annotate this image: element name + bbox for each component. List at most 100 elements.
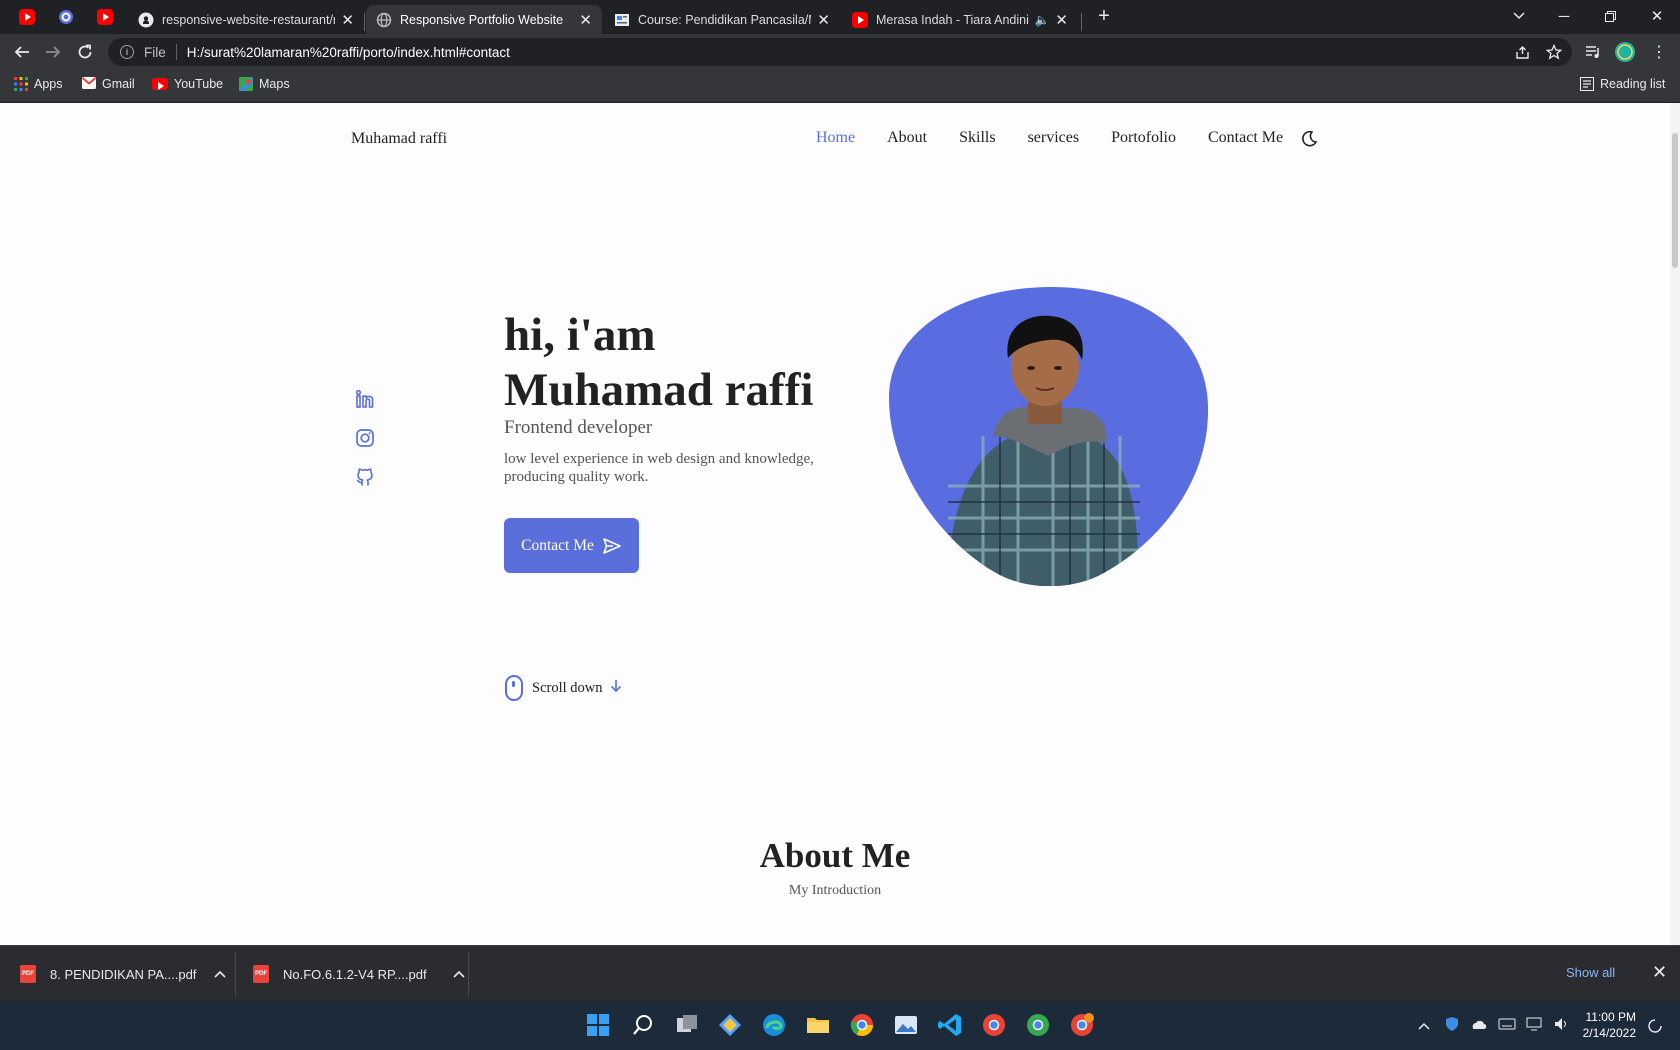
restore-button[interactable] bbox=[1587, 0, 1633, 32]
search-icon[interactable] bbox=[630, 1012, 656, 1038]
tab-separator bbox=[364, 13, 365, 31]
tab-youtube-music[interactable]: Merasa Indah - Tiara Andini 🔈 ✕ bbox=[842, 5, 1078, 34]
send-icon bbox=[603, 537, 621, 554]
keyboard-icon[interactable] bbox=[1498, 1018, 1516, 1033]
windows-start-icon[interactable] bbox=[585, 1012, 611, 1038]
tab-title: Course: Pendidikan Pancasila/MP bbox=[638, 12, 812, 27]
youtube-icon bbox=[152, 78, 168, 90]
notifications-icon[interactable] bbox=[1648, 1001, 1662, 1050]
bookmark-maps[interactable]: Maps bbox=[239, 77, 290, 91]
youtube-pinned-tab[interactable] bbox=[19, 9, 35, 25]
browser-tab-strip: responsive-website-restaurant/m ✕ Respon… bbox=[0, 0, 1680, 34]
gmail-icon bbox=[81, 77, 97, 91]
nav-link-about[interactable]: About bbox=[887, 129, 927, 147]
social-links bbox=[355, 389, 375, 506]
bookmark-label: Maps bbox=[259, 77, 290, 91]
chevron-up-icon[interactable] bbox=[1418, 1018, 1430, 1033]
close-window-button[interactable]: ✕ bbox=[1634, 0, 1680, 32]
edge-browser-icon[interactable] bbox=[761, 1012, 787, 1038]
file-explorer-icon[interactable] bbox=[805, 1012, 831, 1038]
share-icon[interactable] bbox=[1509, 39, 1535, 65]
course-icon bbox=[614, 12, 630, 28]
close-tab-icon[interactable]: ✕ bbox=[341, 11, 354, 29]
tab-portfolio[interactable]: Responsive Portfolio Website ✕ bbox=[366, 5, 602, 34]
page-scrollbar[interactable] bbox=[1670, 103, 1680, 945]
menu-kebab-icon[interactable]: ⋮ bbox=[1646, 39, 1672, 65]
instagram-icon[interactable] bbox=[355, 428, 375, 448]
hero-description: low level experience in web design and k… bbox=[504, 451, 814, 485]
address-bar[interactable]: i File H:/surat%20lamaran%20raffi/porto/… bbox=[108, 38, 1572, 66]
scroll-down-link[interactable]: Scroll down bbox=[505, 675, 622, 701]
pinned-app-tab[interactable] bbox=[58, 9, 74, 25]
site-logo[interactable]: Muhamad raffi bbox=[351, 130, 447, 148]
forward-arrow-icon bbox=[46, 46, 61, 58]
reading-list-button[interactable]: Reading list bbox=[1580, 77, 1665, 91]
cloud-icon[interactable] bbox=[1470, 1018, 1488, 1033]
back-button[interactable] bbox=[9, 39, 35, 65]
photos-icon[interactable] bbox=[893, 1012, 919, 1038]
arrow-down-icon bbox=[610, 679, 622, 698]
chrome-icon[interactable] bbox=[849, 1012, 875, 1038]
tab-github[interactable]: responsive-website-restaurant/m ✕ bbox=[128, 5, 364, 34]
hero-title-line-1: hi, i'am bbox=[504, 309, 656, 361]
bookmark-apps[interactable]: Apps bbox=[14, 77, 63, 91]
download-item[interactable]: PDF No.FO.6.1.2-V4 RP....pdf bbox=[253, 946, 465, 1002]
apps-grid-icon bbox=[14, 77, 28, 91]
nav-link-home[interactable]: Home bbox=[816, 129, 855, 147]
nav-link-services[interactable]: services bbox=[1028, 129, 1080, 147]
contact-me-button[interactable]: Contact Me bbox=[504, 518, 639, 573]
app-shortcut-icon[interactable] bbox=[717, 1012, 743, 1038]
tab-search-icon[interactable] bbox=[1496, 0, 1542, 32]
show-all-downloads-link[interactable]: Show all bbox=[1566, 965, 1615, 980]
bookmark-gmail[interactable]: Gmail bbox=[81, 77, 135, 91]
bookmark-youtube[interactable]: YouTube bbox=[152, 77, 223, 91]
bookmark-star-icon[interactable] bbox=[1541, 39, 1567, 65]
speaker-icon[interactable]: 🔈 bbox=[1034, 13, 1049, 27]
reload-icon bbox=[78, 44, 92, 59]
chevron-up-icon[interactable] bbox=[452, 967, 465, 981]
taskbar-clock[interactable]: 11:00 PM 2/14/2022 bbox=[1580, 1009, 1636, 1041]
hero-title-line-2: Muhamad raffi bbox=[504, 364, 814, 416]
chrome-profile-icon[interactable] bbox=[1069, 1012, 1095, 1038]
downloads-bar: PDF 8. PENDIDIKAN PA....pdf PDF No.FO.6.… bbox=[0, 945, 1680, 1001]
close-tab-icon[interactable]: ✕ bbox=[579, 11, 592, 29]
reload-button[interactable] bbox=[72, 39, 98, 65]
minimize-button[interactable]: ─ bbox=[1541, 0, 1587, 32]
youtube-icon bbox=[852, 11, 868, 28]
hero-subtitle: Frontend developer bbox=[504, 417, 653, 438]
scrollbar-thumb[interactable] bbox=[1672, 133, 1678, 268]
profile-avatar[interactable] bbox=[1612, 39, 1638, 65]
chrome-profile-icon[interactable] bbox=[1025, 1012, 1051, 1038]
mouse-icon bbox=[505, 675, 523, 701]
close-tab-icon[interactable]: ✕ bbox=[817, 11, 830, 29]
download-item[interactable]: PDF 8. PENDIDIKAN PA....pdf bbox=[20, 946, 226, 1002]
chrome-profile-icon[interactable] bbox=[981, 1012, 1007, 1038]
new-tab-button[interactable]: + bbox=[1081, 0, 1127, 32]
close-downloads-icon[interactable]: ✕ bbox=[1652, 962, 1667, 983]
vscode-icon[interactable] bbox=[937, 1012, 963, 1038]
github-icon[interactable] bbox=[355, 467, 375, 487]
bookmark-label: Apps bbox=[34, 77, 63, 91]
tab-title: responsive-website-restaurant/m bbox=[162, 12, 336, 27]
close-tab-icon[interactable]: ✕ bbox=[1055, 11, 1068, 29]
linkedin-icon[interactable] bbox=[355, 389, 375, 409]
system-tray bbox=[1418, 1001, 1570, 1050]
task-view-icon[interactable] bbox=[674, 1012, 700, 1038]
nav-link-contact[interactable]: Contact Me bbox=[1208, 129, 1283, 147]
media-controls-icon[interactable] bbox=[1580, 39, 1606, 65]
nav-link-skills[interactable]: Skills bbox=[959, 129, 995, 147]
globe-icon bbox=[376, 12, 392, 28]
tab-course[interactable]: Course: Pendidikan Pancasila/MP ✕ bbox=[604, 5, 840, 34]
chevron-up-icon[interactable] bbox=[214, 967, 226, 981]
windows-taskbar: 11:00 PM 2/14/2022 bbox=[0, 1001, 1680, 1050]
site-info-icon[interactable]: i bbox=[120, 45, 134, 59]
moon-icon[interactable] bbox=[1300, 130, 1318, 148]
network-icon[interactable] bbox=[1526, 1017, 1544, 1034]
security-icon[interactable] bbox=[1444, 1016, 1460, 1035]
volume-icon[interactable] bbox=[1554, 1017, 1570, 1034]
page-viewport: Muhamad raffi Home About Skills services… bbox=[0, 103, 1680, 945]
url-text[interactable]: H:/surat%20lamaran%20raffi/porto/index.h… bbox=[187, 45, 510, 60]
nav-link-portofolio[interactable]: Portofolio bbox=[1111, 129, 1176, 147]
forward-button[interactable] bbox=[40, 39, 66, 65]
youtube-pinned-tab[interactable] bbox=[97, 9, 113, 25]
